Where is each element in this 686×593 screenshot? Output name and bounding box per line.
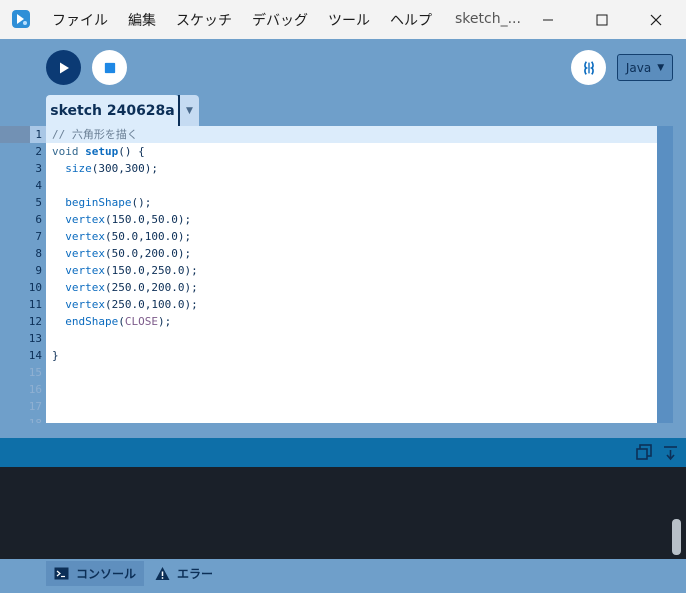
code-line-12: endShape(CLOSE); <box>65 315 172 328</box>
console-output[interactable] <box>0 467 686 559</box>
scroll-lock-icon[interactable] <box>662 444 679 461</box>
line-number-14: 14 <box>28 349 42 362</box>
line-number-7: 7 <box>35 230 42 243</box>
copy-icon[interactable] <box>636 444 653 461</box>
tab-errors-label: エラー <box>177 567 214 581</box>
line-number-18: 18 <box>2 417 42 423</box>
minimize-icon <box>543 19 553 20</box>
close-icon <box>650 14 662 25</box>
maximize-button[interactable] <box>576 0 628 39</box>
tab-console[interactable]: コンソール <box>46 561 145 586</box>
minimize-button[interactable] <box>522 0 574 39</box>
line-number-11: 11 <box>28 298 42 311</box>
tab-sketch[interactable]: sketch 240628a <box>46 95 179 126</box>
line-number-12: 12 <box>28 315 42 328</box>
line-number-4: 4 <box>35 179 42 192</box>
line-number-9: 9 <box>35 264 42 277</box>
code-line-1: // 六角形を描く <box>52 128 138 141</box>
code-editor[interactable]: // 六角形を描く void setup() { size(300,300); … <box>46 126 657 423</box>
menu-sketch[interactable]: スケッチ <box>176 10 232 30</box>
title-bar: ファイル 編集 スケッチ デバッグ ツール ヘルプ sketch_... <box>0 0 686 39</box>
play-icon <box>59 62 69 73</box>
code-line-7: vertex(50.0,100.0); <box>65 230 192 243</box>
maximize-icon <box>596 14 608 25</box>
tab-console-label: コンソール <box>76 567 137 581</box>
code-line-11: vertex(250.0,100.0); <box>65 298 198 311</box>
warning-icon <box>155 567 170 580</box>
menu-help[interactable]: ヘルプ <box>390 10 432 30</box>
line-number-13: 13 <box>28 332 42 345</box>
menu-bar: ファイル 編集 スケッチ デバッグ ツール ヘルプ <box>52 0 452 39</box>
editor-vertical-scrollbar[interactable] <box>657 126 673 423</box>
code-line-6: vertex(150.0,50.0); <box>65 213 192 226</box>
line-number-8: 8 <box>35 247 42 260</box>
line-number-gutter: 123456789101112131415161718 <box>0 126 46 423</box>
console-header <box>0 438 686 467</box>
code-line-10: vertex(250.0,200.0); <box>65 281 198 294</box>
line-number-3: 3 <box>35 162 42 175</box>
menu-edit[interactable]: 編集 <box>128 10 156 30</box>
code-line-14: } <box>52 349 59 362</box>
stop-icon <box>104 62 115 73</box>
line-number-2: 2 <box>35 145 42 158</box>
tab-menu-button[interactable]: ▼ <box>180 95 199 126</box>
tab-errors[interactable]: エラー <box>147 561 221 586</box>
line-number-1: 1 <box>35 128 42 141</box>
line-number-5: 5 <box>35 196 42 209</box>
line-number-6: 6 <box>35 213 42 226</box>
chevron-down-icon: ▼ <box>657 62 665 73</box>
menu-file[interactable]: ファイル <box>52 10 108 30</box>
code-line-8: vertex(50.0,200.0); <box>65 247 192 260</box>
run-button[interactable] <box>46 50 81 85</box>
menu-tools[interactable]: ツール <box>328 10 370 30</box>
processing-app-icon <box>12 10 30 28</box>
mode-label: Java <box>625 60 652 75</box>
debug-button[interactable] <box>571 50 606 85</box>
console-scrollbar-thumb[interactable] <box>672 519 681 555</box>
line-number-16: 16 <box>28 383 42 396</box>
close-button[interactable] <box>630 0 682 39</box>
line-number-15: 15 <box>28 366 42 379</box>
mode-selector[interactable]: Java ▼ <box>617 54 673 81</box>
chevron-down-icon: ▼ <box>186 105 193 116</box>
code-line-2: void setup() { <box>52 145 145 158</box>
tab-label: sketch 240628a <box>50 102 175 119</box>
butterfly-debug-icon <box>583 60 594 75</box>
stop-button[interactable] <box>92 50 127 85</box>
window-title: sketch_... <box>455 11 521 27</box>
code-line-9: vertex(150.0,250.0); <box>65 264 198 277</box>
code-line-3: size(300,300); <box>65 162 158 175</box>
line-number-10: 10 <box>28 281 42 294</box>
menu-debug[interactable]: デバッグ <box>252 10 308 30</box>
code-line-5: beginShape(); <box>65 196 152 209</box>
terminal-icon <box>54 567 69 580</box>
line-number-17: 17 <box>28 400 42 413</box>
